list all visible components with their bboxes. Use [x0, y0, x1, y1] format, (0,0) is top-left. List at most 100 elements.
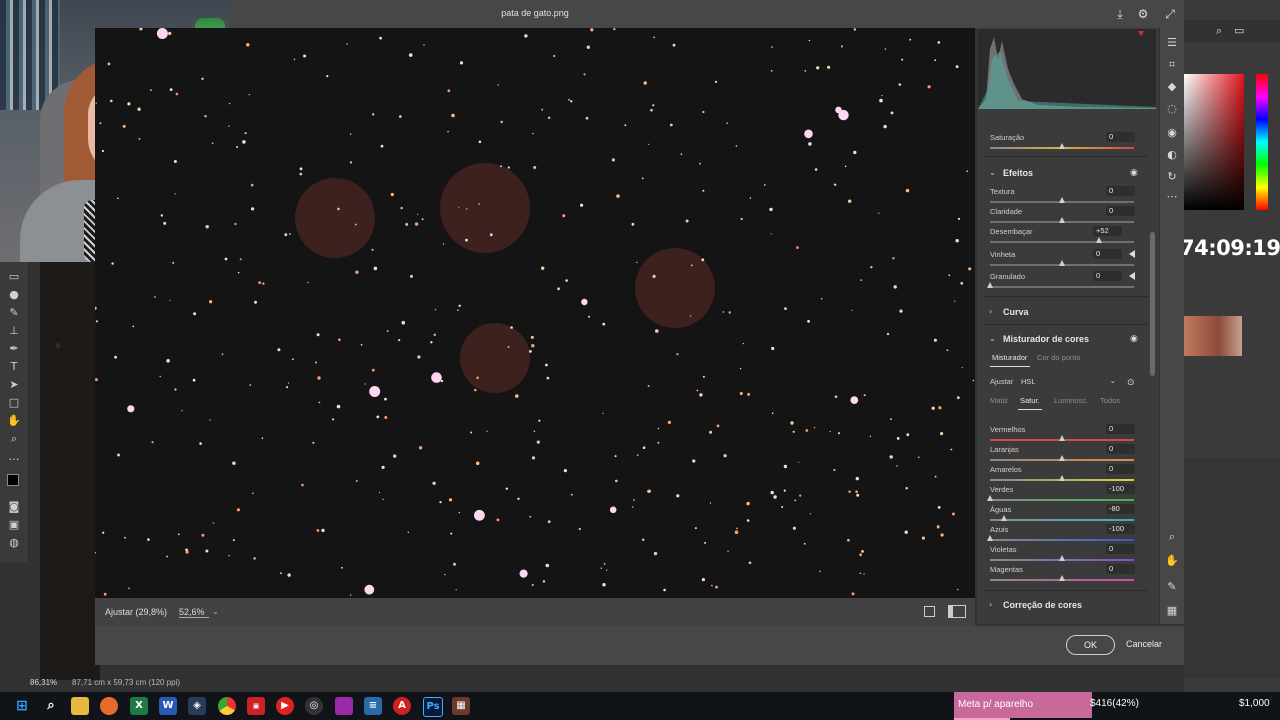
brush-tool-icon[interactable]: ✎	[7, 306, 21, 320]
mixer-slider-value[interactable]: 0	[1106, 464, 1135, 474]
efeitos-slider-value[interactable]: 0	[1093, 271, 1122, 281]
hue-slider[interactable]	[1256, 74, 1268, 210]
photoshop-icon[interactable]: Ps	[423, 697, 443, 717]
edit-sliders-icon[interactable]: ☰	[1165, 36, 1179, 50]
notepad-icon[interactable]: ≡	[364, 697, 382, 715]
mixer-slider-thumb[interactable]	[1059, 575, 1065, 581]
snapshots-icon[interactable]: ↻	[1165, 170, 1179, 184]
blur-tool-icon[interactable]: ●	[7, 288, 21, 302]
app-icon[interactable]: ◎	[305, 697, 323, 715]
mixer-slider-thumb[interactable]	[1001, 515, 1008, 521]
visibility-eye-icon[interactable]: ◉	[1130, 335, 1142, 344]
expand-triangle-icon[interactable]	[1129, 250, 1135, 258]
app-icon[interactable]: A	[393, 697, 411, 715]
file-explorer-icon[interactable]	[71, 697, 89, 715]
chrome-icon[interactable]	[218, 697, 236, 715]
subtab-luminosc[interactable]: Luminosc.	[1054, 396, 1088, 405]
more-options-icon[interactable]: ⋯	[1165, 190, 1179, 204]
search-icon[interactable]: ⌕	[42, 697, 60, 715]
mixer-slider-track[interactable]	[990, 519, 1134, 521]
workspace-icon[interactable]: ▭	[1234, 24, 1244, 37]
more-tools-icon[interactable]: …	[7, 450, 21, 464]
hand-icon[interactable]: ✋	[1165, 554, 1179, 568]
move-tool-icon[interactable]: ➤	[7, 378, 21, 392]
chevron-down-icon[interactable]: ⌄	[989, 334, 996, 343]
efeitos-slider-track[interactable]	[990, 241, 1134, 243]
efeitos-slider-thumb[interactable]	[1059, 217, 1065, 223]
mixer-slider-value[interactable]: 0	[1106, 424, 1135, 434]
fullscreen-icon[interactable]: ⤢	[1163, 7, 1177, 21]
chevron-right-icon[interactable]: ›	[989, 600, 992, 609]
cancel-button[interactable]: Cancelar	[1122, 635, 1166, 653]
app-icon[interactable]	[335, 697, 353, 715]
app-icon[interactable]: ▦	[452, 697, 470, 715]
presets-icon[interactable]: ◐	[1165, 148, 1179, 162]
mixer-slider-value[interactable]: 0	[1106, 444, 1135, 454]
efeitos-slider-value[interactable]: 0	[1106, 206, 1135, 216]
red-eye-icon[interactable]: ◉	[1165, 126, 1179, 140]
eyedropper-icon[interactable]: ✎	[1165, 580, 1179, 594]
subtab-satur[interactable]: Satur.	[1020, 396, 1040, 405]
saturacao-thumb[interactable]	[1059, 143, 1065, 149]
media-player-icon[interactable]: ▶	[276, 697, 294, 715]
firefox-icon[interactable]	[100, 697, 118, 715]
word-icon[interactable]: W	[159, 697, 177, 715]
image-preview[interactable]	[95, 28, 975, 598]
quick-mask-icon[interactable]: ◙	[7, 500, 21, 514]
before-after-icon[interactable]	[948, 605, 966, 618]
type-tool-icon[interactable]: T	[7, 360, 21, 374]
zoom-tool-icon[interactable]: ⌕	[7, 432, 21, 446]
correcao-title[interactable]: Correção de cores	[1003, 600, 1082, 610]
screen-mode-icon[interactable]: ▣	[7, 518, 21, 532]
chevron-right-icon[interactable]: ›	[989, 307, 992, 316]
rectangle-tool-icon[interactable]: □	[7, 396, 21, 410]
camera-icon[interactable]: ◍	[7, 536, 21, 550]
mixer-slider-thumb[interactable]	[1059, 455, 1065, 461]
hand-tool-icon[interactable]: ✋	[7, 414, 21, 428]
save-icon[interactable]: ⤓	[1113, 7, 1127, 21]
efeitos-title[interactable]: Efeitos	[1003, 168, 1033, 178]
settings-gear-icon[interactable]: ⚙	[1136, 7, 1150, 21]
color-picker-field[interactable]	[1184, 74, 1244, 210]
eraser-icon[interactable]: ◆	[1165, 80, 1179, 94]
mixer-slider-value[interactable]: 0	[1106, 564, 1135, 574]
mask-icon[interactable]: ◌	[1165, 102, 1179, 116]
mixer-slider-value[interactable]: -80	[1106, 504, 1135, 514]
efeitos-slider-track[interactable]	[990, 286, 1134, 288]
subtab-matiz[interactable]: Matiz	[990, 396, 1008, 405]
efeitos-slider-value[interactable]: +52	[1093, 226, 1122, 236]
efeitos-slider-value[interactable]: 0	[1093, 249, 1122, 259]
grid-icon[interactable]: ▦	[1165, 604, 1179, 618]
efeitos-slider-thumb[interactable]	[1096, 237, 1103, 243]
misturador-title[interactable]: Misturador de cores	[1003, 334, 1089, 344]
mixer-slider-thumb[interactable]	[1059, 475, 1065, 481]
zoom-value[interactable]: 52,6%	[179, 607, 209, 618]
mixer-slider-track[interactable]	[990, 539, 1134, 541]
efeitos-slider-thumb[interactable]	[1059, 197, 1065, 203]
mixer-slider-value[interactable]: 0	[1106, 544, 1135, 554]
excel-icon[interactable]: X	[130, 697, 148, 715]
marquee-tool-icon[interactable]: ▭	[7, 270, 21, 284]
app-icon[interactable]: ▣	[247, 697, 265, 715]
subtab-todos[interactable]: Todos	[1100, 396, 1120, 405]
mixer-slider-thumb[interactable]	[987, 495, 993, 501]
efeitos-slider-thumb[interactable]	[1059, 260, 1065, 266]
ok-button[interactable]: OK	[1066, 635, 1115, 655]
mixer-slider-thumb[interactable]	[1059, 555, 1065, 561]
app-icon[interactable]: ◈	[188, 697, 206, 715]
target-adjust-icon[interactable]: ⊙	[1127, 379, 1139, 388]
windows-start-icon[interactable]: ⊞	[13, 697, 31, 715]
mixer-slider-value[interactable]: -100	[1106, 524, 1135, 534]
single-view-icon[interactable]	[924, 606, 935, 617]
panel-scrollbar-thumb[interactable]	[1150, 232, 1155, 376]
zoom-fit-label[interactable]: Ajustar (29,8%)	[105, 607, 167, 617]
zoom-icon[interactable]: ⌕	[1165, 530, 1179, 544]
mixer-slider-value[interactable]: -100	[1106, 484, 1135, 494]
foreground-color-swatch[interactable]	[7, 474, 19, 486]
mixer-slider-thumb[interactable]	[1059, 435, 1065, 441]
mixer-slider-track[interactable]	[990, 499, 1134, 501]
search-icon[interactable]: ⌕	[1216, 24, 1222, 38]
crop-icon[interactable]: ⌗	[1165, 58, 1179, 72]
tab-misturador[interactable]: Misturador	[992, 353, 1027, 362]
tab-cor-do-ponto[interactable]: Cor do ponto	[1037, 353, 1080, 362]
